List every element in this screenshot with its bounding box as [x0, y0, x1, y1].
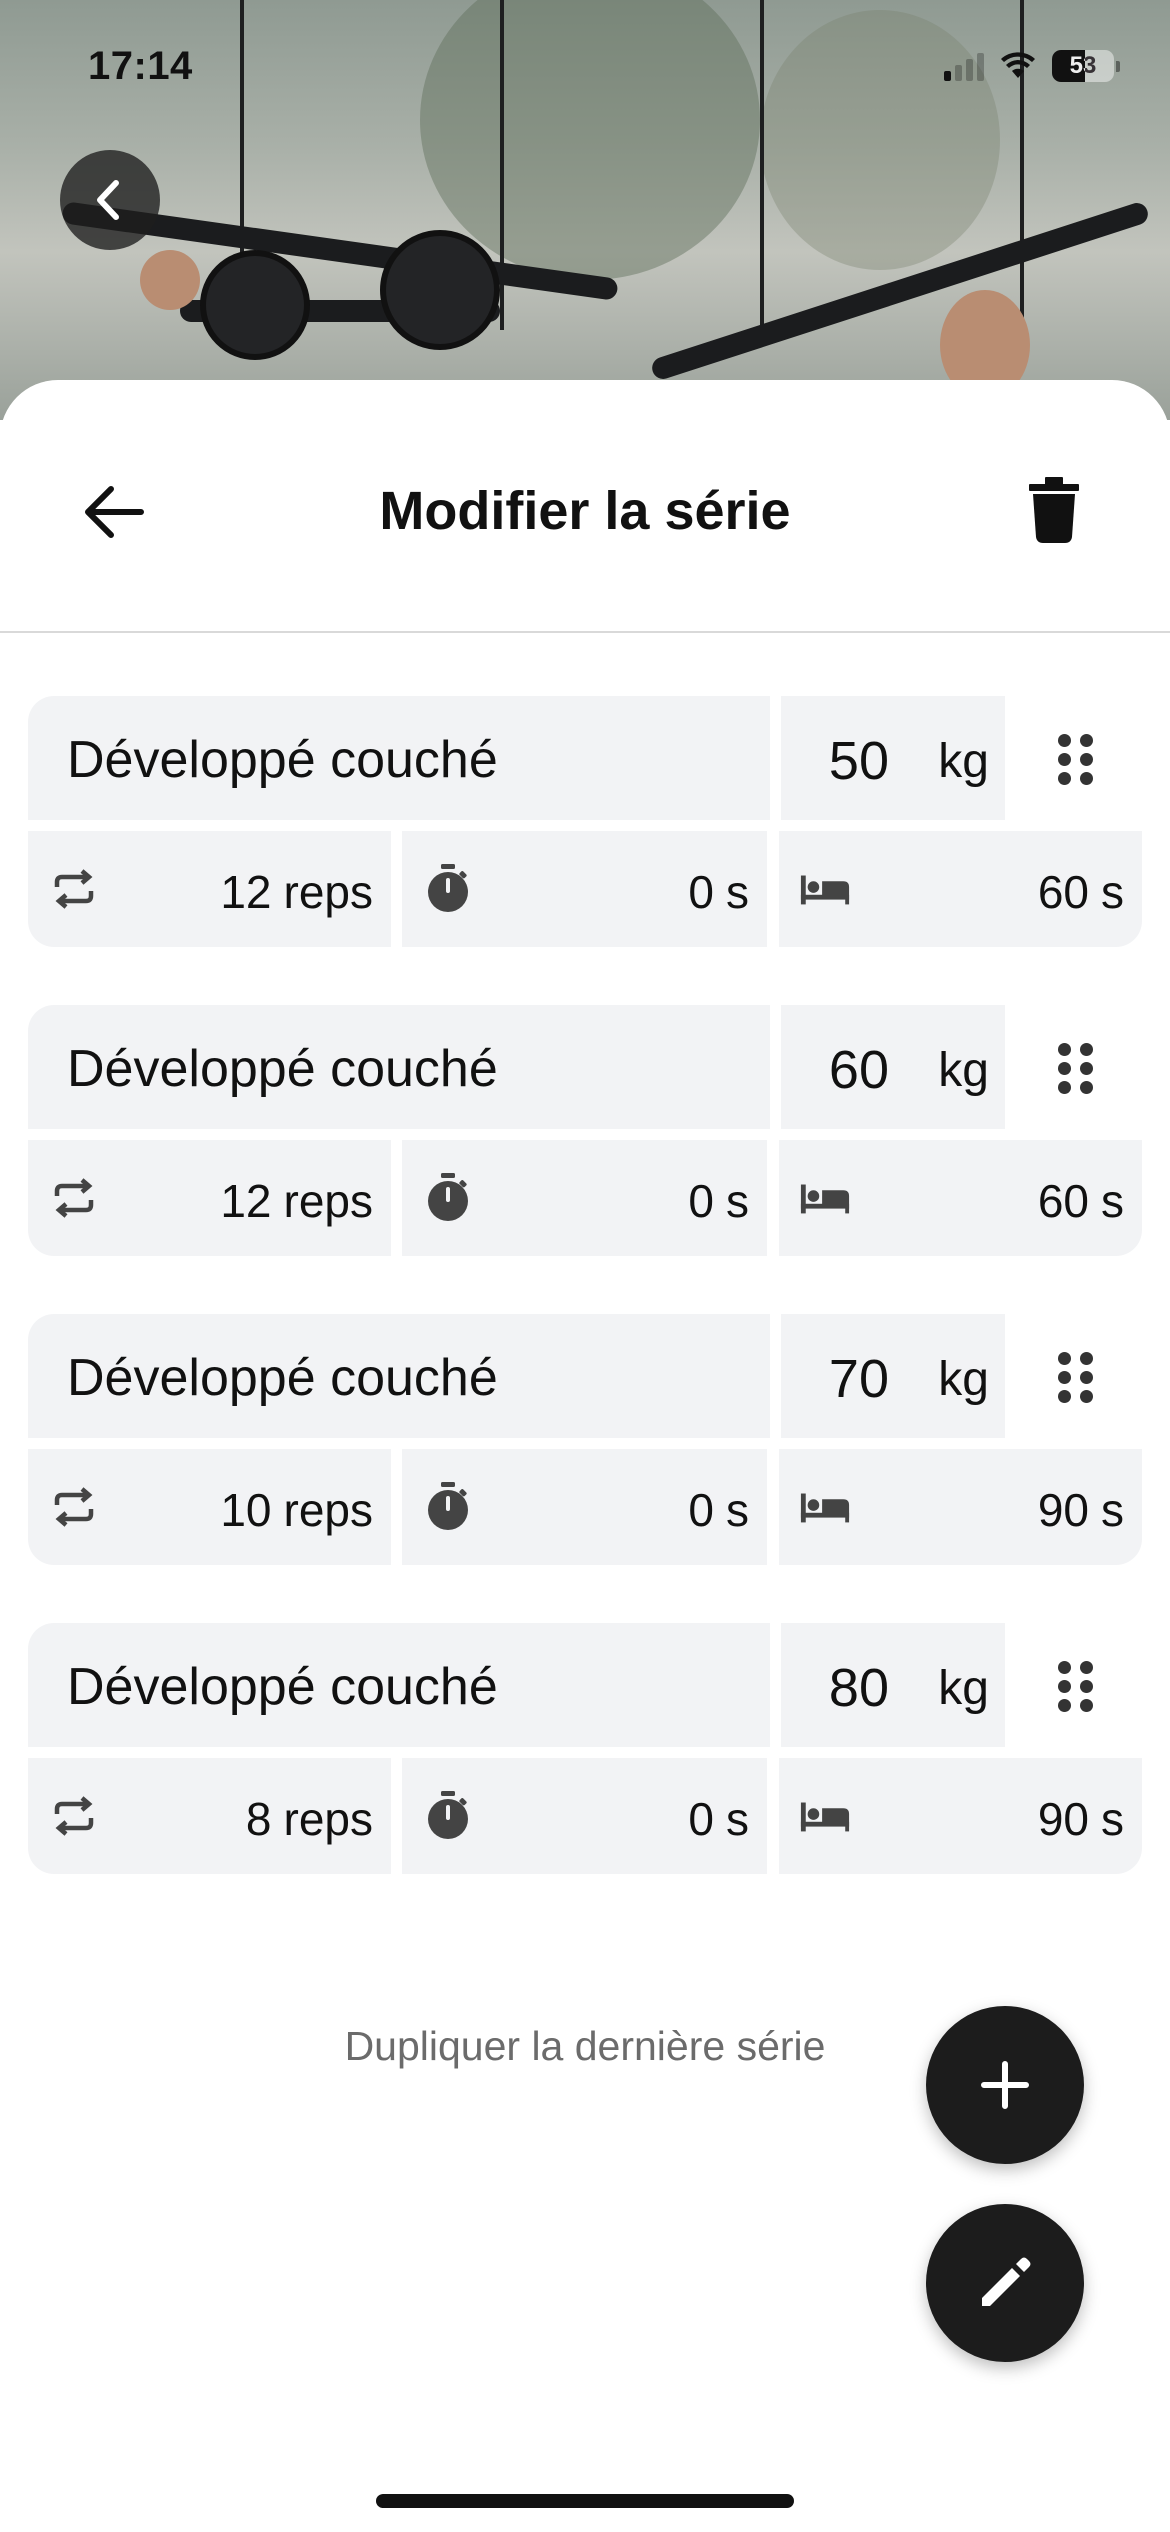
delete-button[interactable]	[1014, 470, 1094, 550]
cellular-signal-icon	[944, 51, 984, 81]
set-row: Développé couché 60 kg 12 reps 0s 60 s	[28, 1005, 1142, 1256]
weight-value: 60	[828, 1040, 889, 1100]
weight-unit: kg	[938, 1662, 989, 1715]
rest-field[interactable]: 90 s	[779, 1758, 1142, 1874]
duration-value: 0	[688, 1793, 714, 1845]
rest-value: 90	[1037, 1484, 1089, 1536]
rest-value: 90	[1037, 1793, 1089, 1845]
reps-unit: reps	[283, 1484, 373, 1536]
exercise-field[interactable]: Développé couché	[28, 696, 770, 820]
page-title: Modifier la série	[379, 481, 791, 541]
sets-list: Développé couché 50 kg 12 reps 0s 60 s Déve…	[28, 696, 1142, 1932]
duration-unit: s	[726, 1484, 749, 1536]
exercise-field[interactable]: Développé couché	[28, 1623, 770, 1747]
edit-button[interactable]	[926, 2204, 1084, 2362]
drag-handle-icon[interactable]	[1058, 1352, 1094, 1404]
rest-unit: s	[1101, 1793, 1124, 1845]
reps-unit: reps	[283, 866, 373, 918]
weight-value: 70	[828, 1349, 889, 1409]
rest-field[interactable]: 60 s	[779, 1140, 1142, 1256]
stopwatch-icon	[422, 1172, 474, 1224]
weight-unit: kg	[938, 1353, 989, 1406]
weight-unit: kg	[938, 1044, 989, 1097]
reps-unit: reps	[283, 1793, 373, 1845]
weight-unit: kg	[938, 735, 989, 788]
edit-set-sheet: Modifier la série Développé couché 50 kg …	[0, 380, 1170, 2532]
wifi-icon	[1001, 52, 1035, 78]
trash-icon	[1029, 477, 1079, 543]
weight-value: 80	[828, 1658, 889, 1718]
duration-field[interactable]: 0s	[402, 1140, 767, 1256]
rest-unit: s	[1101, 1484, 1124, 1536]
repeat-icon	[48, 1481, 100, 1533]
bed-icon	[799, 1790, 851, 1842]
reps-field[interactable]: 12 reps	[28, 831, 391, 947]
set-row: Développé couché 70 kg 10 reps 0s 90 s	[28, 1314, 1142, 1565]
repeat-icon	[48, 863, 100, 915]
plus-icon	[981, 2061, 1029, 2109]
duration-unit: s	[726, 866, 749, 918]
duration-unit: s	[726, 1175, 749, 1227]
status-indicators: 53	[944, 50, 1120, 82]
home-indicator	[376, 2494, 794, 2508]
drag-handle-icon[interactable]	[1058, 734, 1094, 786]
sheet-header: Modifier la série	[0, 380, 1170, 633]
duration-value: 0	[688, 1484, 714, 1536]
rest-value: 60	[1037, 866, 1089, 918]
weight-field[interactable]: 70 kg	[781, 1314, 1005, 1438]
drag-handle-icon[interactable]	[1058, 1043, 1094, 1095]
reps-field[interactable]: 10 reps	[28, 1449, 391, 1565]
duration-value: 0	[688, 866, 714, 918]
repeat-icon	[48, 1790, 100, 1842]
weight-field[interactable]: 80 kg	[781, 1623, 1005, 1747]
stopwatch-icon	[422, 1790, 474, 1842]
set-row: Développé couché 50 kg 12 reps 0s 60 s	[28, 696, 1142, 947]
exercise-name: Développé couché	[67, 731, 498, 789]
duration-field[interactable]: 0s	[402, 1449, 767, 1565]
exercise-field[interactable]: Développé couché	[28, 1314, 770, 1438]
exercise-name: Développé couché	[67, 1658, 498, 1716]
set-row: Développé couché 80 kg 8 reps 0s 90 s	[28, 1623, 1142, 1874]
duration-unit: s	[726, 1793, 749, 1845]
duration-value: 0	[688, 1175, 714, 1227]
bed-icon	[799, 863, 851, 915]
add-set-button[interactable]	[926, 2006, 1084, 2164]
rest-field[interactable]: 60 s	[779, 831, 1142, 947]
exercise-name: Développé couché	[67, 1040, 498, 1098]
repeat-icon	[48, 1172, 100, 1224]
drag-handle-icon[interactable]	[1058, 1661, 1094, 1713]
exercise-name: Développé couché	[67, 1349, 498, 1407]
weight-field[interactable]: 50 kg	[781, 696, 1005, 820]
battery-level: 53	[1069, 52, 1097, 79]
reps-field[interactable]: 8 reps	[28, 1758, 391, 1874]
rest-unit: s	[1101, 1175, 1124, 1227]
reps-unit: reps	[283, 1175, 373, 1227]
battery-icon: 53	[1052, 50, 1114, 82]
bed-icon	[799, 1172, 851, 1224]
reps-value: 10	[220, 1484, 272, 1536]
status-time: 17:14	[88, 44, 193, 88]
photo-back-button[interactable]	[60, 150, 160, 250]
pencil-icon	[982, 2257, 1031, 2306]
weight-value: 50	[828, 731, 889, 791]
exercise-field[interactable]: Développé couché	[28, 1005, 770, 1129]
weight-field[interactable]: 60 kg	[781, 1005, 1005, 1129]
chevron-left-icon	[97, 180, 119, 220]
duration-field[interactable]: 0s	[402, 1758, 767, 1874]
rest-field[interactable]: 90 s	[779, 1449, 1142, 1565]
stopwatch-icon	[422, 1481, 474, 1533]
duration-field[interactable]: 0s	[402, 831, 767, 947]
reps-value: 12	[220, 1175, 272, 1227]
stopwatch-icon	[422, 863, 474, 915]
reps-field[interactable]: 12 reps	[28, 1140, 391, 1256]
rest-value: 60	[1037, 1175, 1089, 1227]
reps-value: 8	[245, 1793, 272, 1845]
rest-unit: s	[1101, 866, 1124, 918]
bed-icon	[799, 1481, 851, 1533]
reps-value: 12	[220, 866, 272, 918]
